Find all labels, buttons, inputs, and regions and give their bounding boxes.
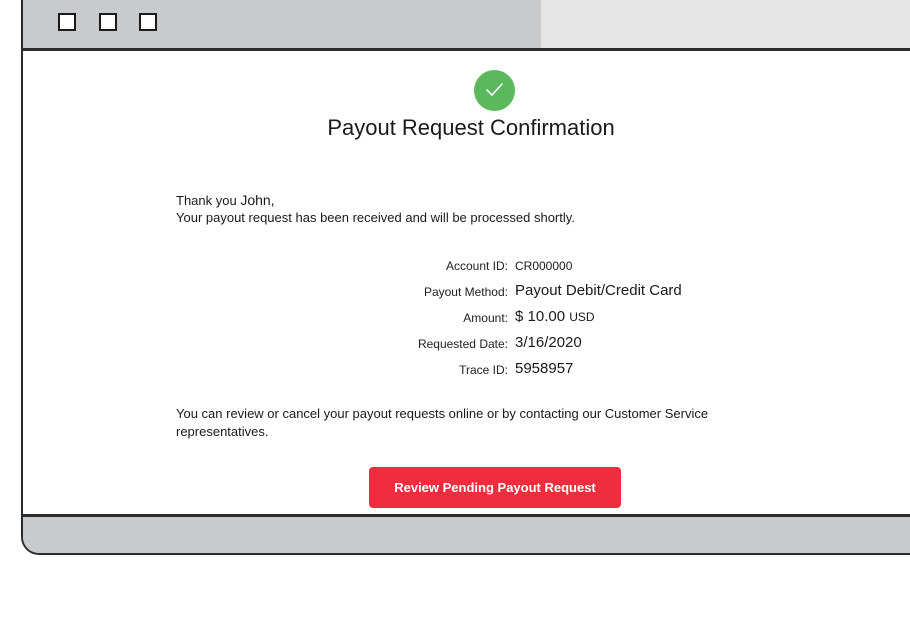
amount-row: Amount: $ 10.00 USD (176, 305, 876, 331)
amount-currency: USD (569, 310, 595, 324)
greeting-block: Thank you John, Your payout request has … (176, 192, 575, 226)
window-control-3-icon[interactable] (139, 13, 157, 31)
trace-id-value: 5958957 (515, 360, 574, 377)
account-id-row: Account ID: CR000000 (176, 253, 876, 279)
requested-date-value: 3/16/2020 (515, 334, 582, 351)
customer-name: John, (240, 192, 275, 208)
title-bar-tab-area (541, 0, 910, 48)
window-control-2-icon[interactable] (99, 13, 117, 31)
payout-method-label: Payout Method: (423, 285, 508, 299)
trace-id-row: Trace ID: 5958957 (176, 357, 876, 383)
page-title: Payout Request Confirmation (327, 115, 615, 140)
account-id-value: CR000000 (515, 259, 573, 273)
review-pending-payout-button[interactable]: Review Pending Payout Request (369, 467, 621, 508)
requested-date-label: Requested Date: (417, 337, 508, 351)
greeting-line: Thank you John, (176, 192, 575, 209)
amount-value-group: $ 10.00 USD (515, 308, 595, 325)
title-bar (23, 0, 910, 51)
amount-label: Amount: (463, 311, 508, 325)
payout-method-value: Payout Debit/Credit Card (515, 282, 682, 299)
window-control-1-icon[interactable] (58, 13, 76, 31)
amount-value: $ 10.00 (515, 308, 566, 325)
requested-date-row: Requested Date: 3/16/2020 (176, 331, 876, 357)
account-id-label: Account ID: (445, 259, 508, 273)
confirmation-message: Your payout request has been received an… (176, 210, 575, 225)
footer-bar (23, 514, 910, 553)
greeting-prefix: Thank you (176, 193, 237, 208)
browser-window: Payout Request Confirmation Thank you Jo… (21, 0, 910, 555)
confirmation-page: Payout Request Confirmation Thank you Jo… (23, 51, 910, 514)
review-note: You can review or cancel your payout req… (176, 406, 709, 439)
checkmark-icon (486, 83, 503, 96)
check-circle-icon (474, 70, 515, 111)
payout-method-row: Payout Method: Payout Debit/Credit Card (176, 279, 876, 305)
trace-id-label: Trace ID: (459, 363, 508, 377)
payout-details: Account ID: CR000000 Payout Method: Payo… (176, 253, 876, 383)
